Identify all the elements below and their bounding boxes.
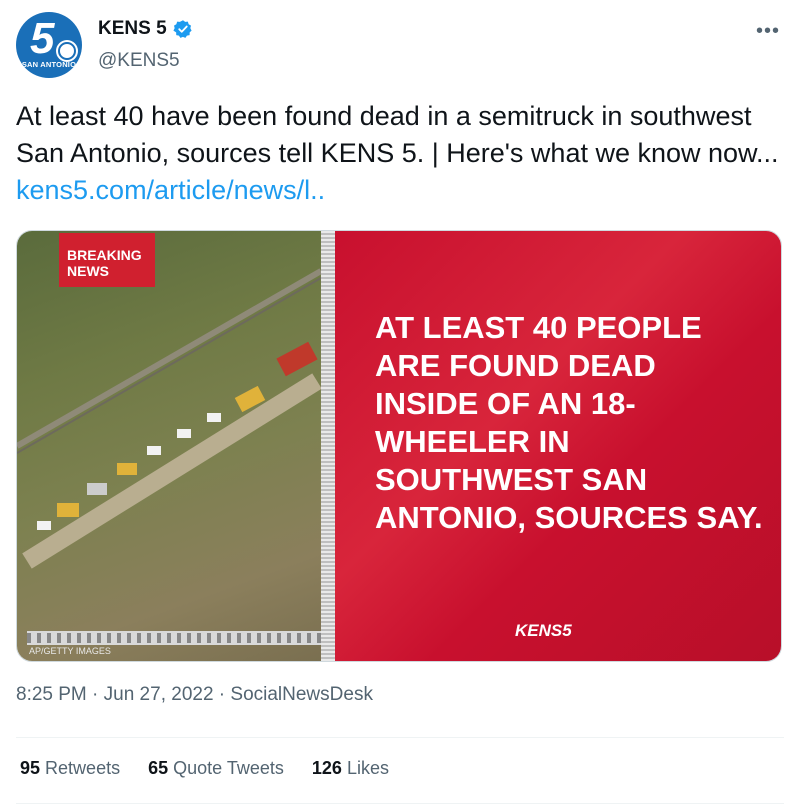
- likes-label: Likes: [346, 758, 389, 778]
- tweet-link[interactable]: kens5.com/article/news/l..: [16, 175, 325, 205]
- kens5-logo: KENS5: [515, 621, 572, 640]
- card-headline: AT LEAST 40 PEOPLE ARE FOUND DEAD INSIDE…: [375, 310, 763, 535]
- likes-count: 126: [311, 758, 342, 778]
- quote-tweets-stat[interactable]: 65 Quote Tweets: [148, 758, 284, 779]
- avatar-city: SAN ANTONIO: [21, 60, 77, 69]
- tweet-timestamp[interactable]: 8:25 PM · Jun 27, 2022 · SocialNewsDesk: [16, 684, 373, 706]
- retweets-label: Retweets: [45, 758, 121, 778]
- aerial-photo: BREAKING NEWS AP/GETTY IMAGES: [17, 231, 321, 661]
- breaking-news-badge: BREAKING NEWS: [59, 233, 155, 287]
- display-name[interactable]: KENS 5: [98, 18, 167, 40]
- quote-tweets-count: 65: [148, 758, 169, 778]
- avatar[interactable]: 5 SAN ANTONIO: [16, 12, 82, 78]
- divider: [16, 803, 784, 804]
- handle[interactable]: @KENS5: [98, 50, 180, 72]
- headline-card: AT LEAST 40 PEOPLE ARE FOUND DEAD INSIDE…: [335, 231, 781, 661]
- photo-credit: AP/GETTY IMAGES: [29, 646, 111, 656]
- card-divider: [321, 231, 335, 661]
- divider: [16, 737, 784, 738]
- avatar-logo-dot: [58, 42, 76, 60]
- more-options-icon[interactable]: •••: [756, 20, 780, 43]
- tweet-body: At least 40 have been found dead in a se…: [16, 101, 779, 168]
- tweet-text: At least 40 have been found dead in a se…: [16, 98, 784, 209]
- verified-badge-icon: [173, 20, 192, 38]
- engagement-stats: 95 Retweets 65 Quote Tweets 126 Likes: [20, 758, 389, 779]
- retweets-stat[interactable]: 95 Retweets: [20, 758, 120, 779]
- avatar-number: 5: [30, 14, 55, 63]
- likes-stat[interactable]: 126 Likes: [312, 758, 389, 779]
- tweet-header: 5 SAN ANTONIO KENS 5 @KENS5 •••: [16, 12, 784, 82]
- quote-tweets-label: Quote Tweets: [173, 758, 284, 778]
- retweets-count: 95: [20, 758, 41, 778]
- tweet-media[interactable]: BREAKING NEWS AP/GETTY IMAGES AT LEAST 4…: [16, 230, 782, 662]
- aerial-scene-illustration: [17, 268, 321, 645]
- name-row: KENS 5: [98, 18, 193, 40]
